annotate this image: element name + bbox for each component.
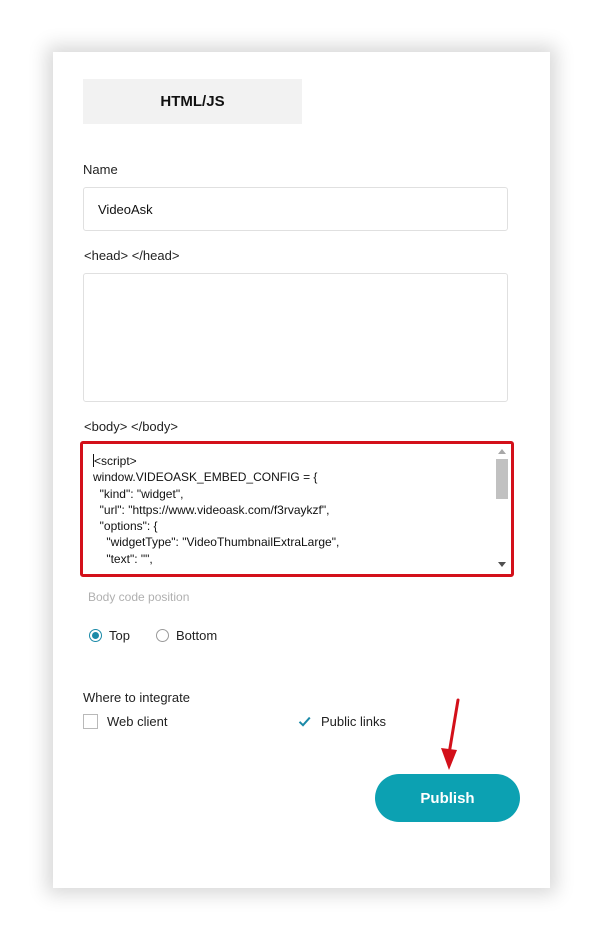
scroll-down-arrow-icon[interactable] bbox=[498, 562, 506, 567]
checkbox-public-links[interactable]: Public links bbox=[297, 714, 386, 729]
code-line: window.VIDEOASK_EMBED_CONFIG = { bbox=[93, 470, 318, 485]
head-code-label: <head> </head> bbox=[84, 248, 180, 263]
tab-html-js[interactable]: HTML/JS bbox=[83, 79, 302, 124]
radio-unselected-icon[interactable] bbox=[156, 629, 169, 642]
name-label: Name bbox=[83, 162, 118, 177]
radio-top[interactable]: Top bbox=[89, 628, 130, 643]
code-line: "options": { bbox=[93, 519, 158, 534]
body-code-content[interactable]: <script> window.VIDEOASK_EMBED_CONFIG = {… bbox=[93, 453, 488, 569]
body-code-label: <body> </body> bbox=[84, 419, 178, 434]
code-line: "kind": "widget", bbox=[93, 486, 184, 501]
checkbox-unchecked-icon[interactable] bbox=[83, 714, 98, 729]
public-links-label: Public links bbox=[321, 714, 387, 729]
radio-bottom-label: Bottom bbox=[176, 628, 218, 643]
body-code-position-hint: Body code position bbox=[88, 590, 190, 604]
integration-panel: HTML/JS Name VideoAsk <head> </head> <bo… bbox=[53, 52, 550, 888]
where-to-integrate-label: Where to integrate bbox=[83, 690, 190, 705]
radio-bottom[interactable]: Bottom bbox=[156, 628, 217, 643]
name-input[interactable]: VideoAsk bbox=[83, 187, 508, 231]
code-line: "text": "", bbox=[93, 551, 153, 566]
radio-top-label: Top bbox=[109, 628, 130, 643]
radio-selected-icon[interactable] bbox=[89, 629, 102, 642]
scroll-up-arrow-icon[interactable] bbox=[498, 449, 506, 454]
red-arrow-annotation-icon bbox=[441, 698, 460, 770]
publish-button[interactable]: Publish bbox=[375, 774, 520, 822]
code-line: "url": "https://www.videoask.com/f3rvayk… bbox=[93, 502, 330, 517]
web-client-label: Web client bbox=[107, 714, 168, 729]
code-line: <script> bbox=[93, 454, 137, 468]
checkbox-web-client[interactable]: Web client bbox=[83, 714, 167, 729]
scroll-thumb[interactable] bbox=[496, 459, 508, 499]
checkbox-checked-icon[interactable] bbox=[297, 714, 312, 729]
code-scrollbar[interactable] bbox=[496, 446, 508, 570]
body-code-textarea[interactable]: <script> window.VIDEOASK_EMBED_CONFIG = {… bbox=[80, 441, 514, 577]
code-line: "widgetType": "VideoThumbnailExtraLarge"… bbox=[93, 535, 340, 550]
head-code-textarea[interactable] bbox=[83, 273, 508, 402]
